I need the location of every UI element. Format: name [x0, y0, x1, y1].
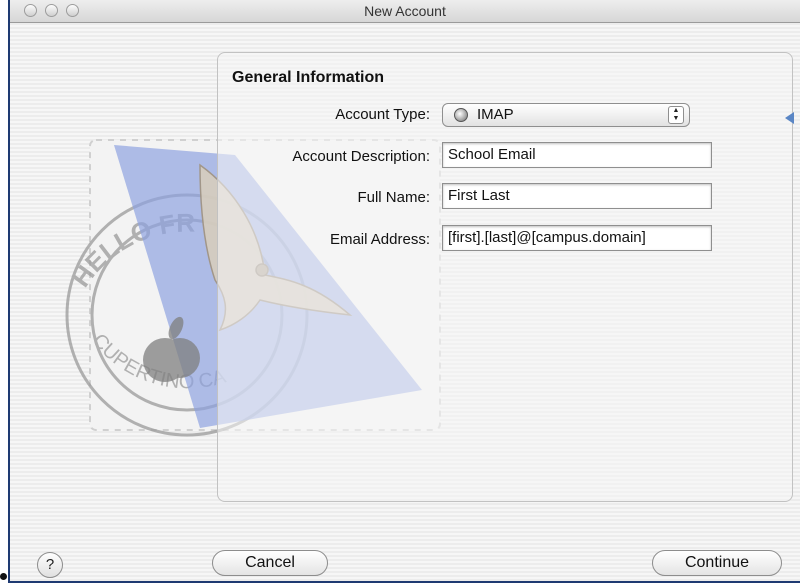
- account-type-value: IMAP: [477, 106, 514, 123]
- title-bar[interactable]: New Account: [10, 0, 800, 23]
- window-title: New Account: [364, 3, 446, 19]
- help-button[interactable]: ?: [37, 552, 63, 578]
- new-account-window: New Account HELLO FR CUPERTINO CA: [10, 0, 800, 581]
- section-title: General Information: [232, 69, 385, 86]
- full-name-field[interactable]: First Last: [442, 183, 712, 209]
- account-description-label: Account Description:: [292, 148, 430, 165]
- cancel-button[interactable]: Cancel: [212, 550, 328, 576]
- globe-icon: [454, 108, 468, 122]
- email-address-label: Email Address:: [329, 231, 430, 248]
- stepper-arrows-icon: ▲ ▼: [668, 106, 684, 124]
- full-name-label: Full Name:: [357, 189, 430, 206]
- account-type-popup[interactable]: IMAP ▲ ▼: [442, 103, 690, 127]
- email-address-field[interactable]: [first].[last]@[campus.domain]: [442, 225, 712, 251]
- left-arrow-icon: [785, 112, 794, 124]
- continue-button[interactable]: Continue: [652, 550, 782, 576]
- account-description-field[interactable]: School Email: [442, 142, 712, 168]
- account-type-label: Account Type:: [335, 106, 430, 123]
- bullet-marker: [0, 573, 7, 580]
